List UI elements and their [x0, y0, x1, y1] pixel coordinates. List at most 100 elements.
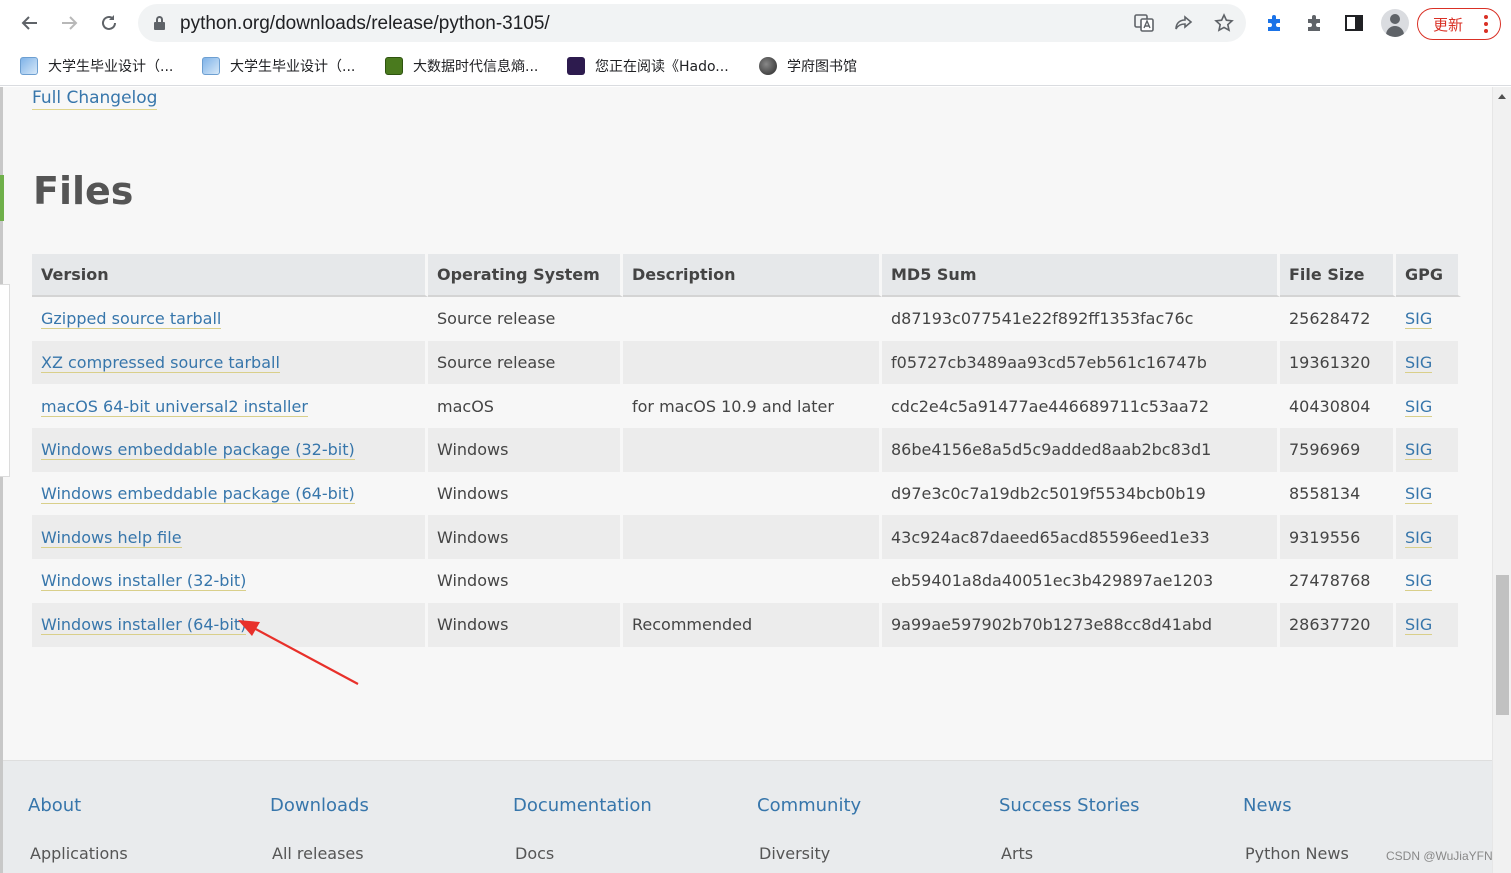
os-cell: Source release	[428, 297, 623, 341]
sig-link[interactable]: SIG	[1405, 484, 1433, 505]
full-changelog-link[interactable]: Full Changelog	[32, 87, 158, 110]
download-link[interactable]: macOS 64-bit universal2 installer	[41, 396, 308, 417]
sig-link[interactable]: SIG	[1405, 353, 1433, 374]
os-cell: Windows	[428, 515, 623, 560]
profile-avatar-icon[interactable]	[1381, 9, 1409, 37]
version-cell: XZ compressed source tarball	[32, 340, 428, 385]
md5-cell: cdc2e4c5a91477ae446689711c53aa72	[882, 384, 1280, 429]
footer-heading-downloads[interactable]: Downloads	[270, 795, 369, 816]
footer-link-diversity[interactable]: Diversity	[759, 844, 830, 863]
size-cell: 25628472	[1280, 297, 1396, 341]
version-cell: Gzipped source tarball	[32, 297, 428, 341]
table-row: Gzipped source tarball Source release d8…	[32, 297, 1461, 341]
bookmark-star-icon[interactable]	[1213, 12, 1235, 34]
download-link[interactable]: Windows help file	[41, 527, 182, 548]
bookmark-label: 您正在阅读《Hado...	[595, 59, 729, 75]
download-link[interactable]: XZ compressed source tarball	[41, 353, 280, 374]
extensions-puzzle-icon[interactable]	[1301, 10, 1327, 36]
site-footer: About Applications Downloads All release…	[3, 760, 1492, 873]
footer-link-python-news[interactable]: Python News	[1245, 844, 1349, 863]
table-header-row: Version Operating System Description MD5…	[32, 254, 1461, 297]
header-md5-sum: MD5 Sum	[882, 254, 1280, 297]
browser-toolbar: python.org/downloads/release/python-3105…	[0, 0, 1511, 46]
footer-link-all-releases[interactable]: All releases	[272, 844, 364, 863]
bookmark-label: 大学生毕业设计（...	[48, 59, 174, 75]
download-link[interactable]: Windows embeddable package (32-bit)	[41, 440, 355, 461]
description-cell: for macOS 10.9 and later	[623, 384, 882, 429]
bookmark-label: 学府图书馆	[787, 59, 857, 75]
description-cell	[623, 428, 882, 472]
bookmark-item[interactable]: 学府图书馆	[759, 54, 857, 78]
gpg-cell: SIG	[1396, 515, 1461, 560]
bookmark-item[interactable]: 您正在阅读《Hado...	[567, 54, 729, 78]
md5-cell: 9a99ae597902b70b1273e88cc8d41abd	[882, 602, 1280, 647]
version-cell: Windows installer (32-bit)	[32, 559, 428, 603]
footer-link-arts[interactable]: Arts	[1001, 844, 1033, 863]
download-link[interactable]: Gzipped source tarball	[41, 309, 222, 330]
url-text[interactable]: python.org/downloads/release/python-3105…	[180, 13, 550, 35]
extension-active-icon[interactable]	[1261, 10, 1287, 36]
version-cell: Windows installer (64-bit)	[32, 602, 428, 647]
table-row: Windows installer (32-bit) Windows eb594…	[32, 559, 1461, 603]
education-favicon-icon	[202, 57, 220, 75]
sig-link[interactable]: SIG	[1405, 615, 1433, 636]
more-menu-icon	[1484, 15, 1488, 36]
bookmarks-bar: 大学生毕业设计（... 大学生毕业设计（... 大数据时代信息熵... 您正在阅…	[0, 46, 1511, 86]
description-cell	[623, 559, 882, 603]
globe-favicon-icon	[759, 57, 777, 75]
header-operating-system: Operating System	[428, 254, 623, 297]
footer-link-applications[interactable]: Applications	[30, 844, 128, 863]
education-favicon-icon	[20, 57, 38, 75]
os-cell: Windows	[428, 471, 623, 516]
size-cell: 9319556	[1280, 515, 1396, 560]
bookmark-item[interactable]: 大数据时代信息熵...	[385, 54, 538, 78]
side-panel-icon[interactable]	[1341, 10, 1367, 36]
left-collapsed-panel[interactable]	[0, 284, 10, 477]
footer-heading-about[interactable]: About	[28, 795, 81, 816]
footer-heading-community[interactable]: Community	[757, 795, 861, 816]
page-viewport: Full Changelog Files Version Operating S…	[0, 87, 1492, 873]
sig-link[interactable]: SIG	[1405, 396, 1433, 417]
address-bar[interactable]: python.org/downloads/release/python-3105…	[138, 4, 1246, 42]
gpg-cell: SIG	[1396, 340, 1461, 385]
forward-arrow-icon[interactable]	[55, 9, 83, 37]
gpg-cell: SIG	[1396, 384, 1461, 429]
download-link[interactable]: Windows embeddable package (64-bit)	[41, 484, 355, 505]
vertical-scrollbar[interactable]	[1492, 87, 1511, 873]
sig-link[interactable]: SIG	[1405, 527, 1433, 548]
md5-cell: 43c924ac87daeed65acd85596eed1e33	[882, 515, 1280, 560]
table-row: Windows help file Windows 43c924ac87daee…	[32, 515, 1461, 560]
share-icon[interactable]	[1173, 12, 1195, 34]
footer-heading-success-stories[interactable]: Success Stories	[999, 795, 1140, 816]
scrollbar-thumb[interactable]	[1496, 575, 1509, 715]
footer-heading-documentation[interactable]: Documentation	[513, 795, 652, 816]
description-cell	[623, 340, 882, 385]
lock-icon[interactable]	[154, 16, 165, 30]
bookmark-item[interactable]: 大学生毕业设计（...	[202, 54, 355, 78]
size-cell: 7596969	[1280, 428, 1396, 472]
download-link[interactable]: Windows installer (32-bit)	[41, 571, 247, 592]
scroll-up-arrow-icon[interactable]	[1498, 94, 1506, 99]
gpg-cell: SIG	[1396, 471, 1461, 516]
sig-link[interactable]: SIG	[1405, 571, 1433, 592]
back-arrow-icon[interactable]	[16, 9, 44, 37]
footer-heading-news[interactable]: News	[1243, 795, 1292, 816]
download-link[interactable]: Windows installer (64-bit)	[41, 615, 247, 636]
md5-cell: d97e3c0c7a19db2c5019f5534bcb0b19	[882, 471, 1280, 516]
os-cell: Source release	[428, 340, 623, 385]
translate-icon[interactable]	[1133, 12, 1155, 34]
footer-link-docs[interactable]: Docs	[515, 844, 554, 863]
version-cell: Windows embeddable package (32-bit)	[32, 428, 428, 472]
header-description: Description	[623, 254, 882, 297]
os-cell: Windows	[428, 428, 623, 472]
size-cell: 40430804	[1280, 384, 1396, 429]
description-cell	[623, 297, 882, 341]
md5-cell: eb59401a8da40051ec3b429897ae1203	[882, 559, 1280, 603]
update-button[interactable]: 更新	[1417, 8, 1501, 40]
bookmark-item[interactable]: 大学生毕业设计（...	[20, 54, 173, 78]
sig-link[interactable]: SIG	[1405, 309, 1433, 330]
reload-icon[interactable]	[95, 9, 123, 37]
update-button-label: 更新	[1433, 15, 1464, 34]
files-table: Version Operating System Description MD5…	[32, 254, 1461, 647]
sig-link[interactable]: SIG	[1405, 440, 1433, 461]
